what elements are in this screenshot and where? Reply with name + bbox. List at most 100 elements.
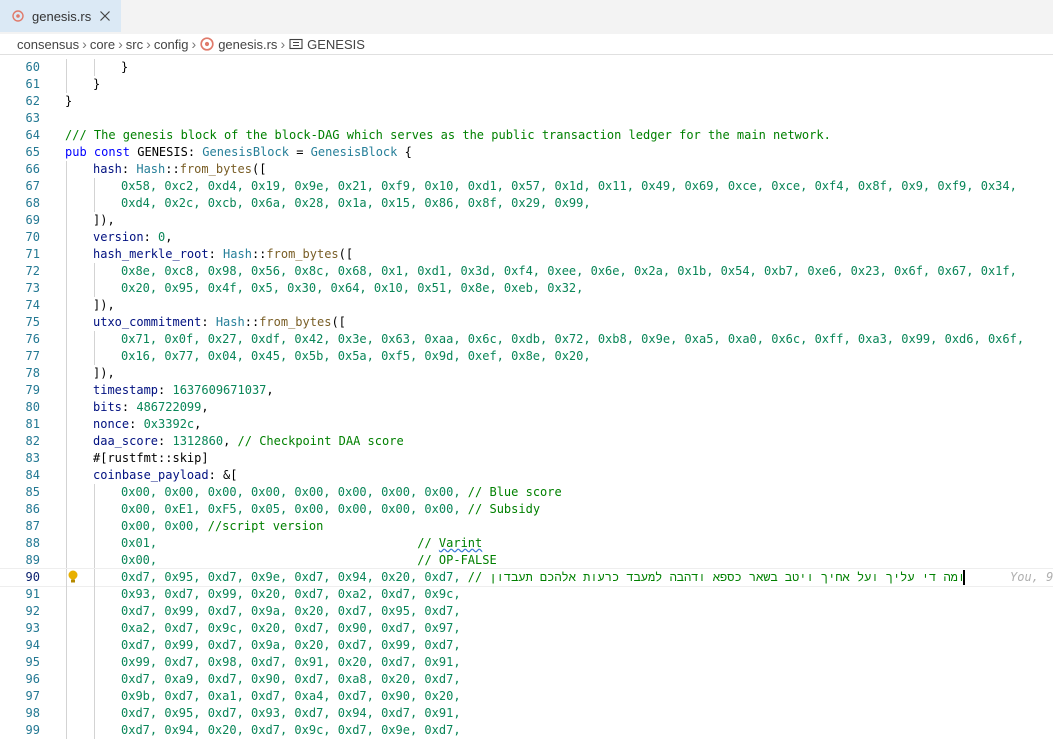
code-text: nonce: 0x3392c,: [93, 416, 201, 433]
code-line[interactable]: 63: [0, 110, 1053, 127]
code-line[interactable]: 62}: [0, 93, 1053, 110]
code-token: ([: [338, 247, 354, 261]
code-line[interactable]: 78]),: [0, 365, 1053, 382]
code-token: 0xd7, 0xa9, 0xd7, 0x90, 0xd7, 0xa8, 0x20…: [121, 672, 461, 686]
code-text: bits: 486722099,: [93, 399, 209, 416]
line-number: 61: [25, 77, 40, 91]
line-number: 97: [25, 689, 40, 703]
code-token: from_bytes: [179, 162, 252, 176]
indent-guide: [66, 552, 67, 569]
line-number: 69: [25, 213, 40, 227]
code-line[interactable]: 85 0x00, 0x00, 0x00, 0x00, 0x00, 0x00, 0x…: [0, 484, 1053, 501]
code-line[interactable]: 77 0x16, 0x77, 0x04, 0x45, 0x5b, 0x5a, 0x…: [0, 348, 1053, 365]
code-line[interactable]: 95 0x99, 0xd7, 0x98, 0xd7, 0x91, 0x20, 0x…: [0, 654, 1053, 671]
code-token: 0xd4, 0x2c, 0xcb, 0x6a, 0x28, 0x1a, 0x15…: [121, 196, 591, 210]
breadcrumb-item-file[interactable]: genesis.rs: [218, 37, 277, 52]
indent-guide: [94, 705, 95, 722]
code-line[interactable]: 83 #[rustfmt::skip]: [0, 450, 1053, 467]
code-line[interactable]: 82 daa_score: 1312860, // Checkpoint DAA …: [0, 433, 1053, 450]
code-token: 0x99, 0xd7, 0x98, 0xd7, 0x91, 0x20, 0xd7…: [121, 655, 461, 669]
indent-guide: [94, 671, 95, 688]
code-token: utxo_commitment: [93, 315, 202, 329]
code-token: 0x00, 0x00,: [121, 519, 201, 533]
indent-guide: [66, 314, 67, 331]
code-line[interactable]: 76 0x71, 0x0f, 0x27, 0xdf, 0x42, 0x3e, 0x…: [0, 331, 1053, 348]
line-number: 71: [25, 247, 40, 261]
code-token: ::: [165, 162, 180, 176]
code-line[interactable]: 99 0xd7, 0x94, 0x20, 0xd7, 0x9c, 0xd7, 0x…: [0, 722, 1053, 739]
code-line[interactable]: 88 0x01, // Varint: [0, 535, 1053, 552]
code-text: pub const GENESIS: GenesisBlock = Genesi…: [65, 144, 412, 161]
indent-guide: [66, 59, 67, 76]
code-line[interactable]: 74]),: [0, 297, 1053, 314]
code-line[interactable]: 60}: [0, 59, 1053, 76]
code-line[interactable]: 71 hash_merkle_root: Hash::from_bytes([: [0, 246, 1053, 263]
code-token: pub const: [65, 145, 138, 159]
line-number: 83: [25, 451, 40, 465]
code-line[interactable]: 65 pub const GENESIS: GenesisBlock = Gene…: [0, 144, 1053, 161]
code-line[interactable]: 73 0x20, 0x95, 0x4f, 0x5, 0x30, 0x64, 0x1…: [0, 280, 1053, 297]
chevron-right-icon: ›: [146, 36, 151, 52]
code-token: :: [201, 315, 216, 329]
code-line[interactable]: 79 timestamp: 1637609671037,: [0, 382, 1053, 399]
code-line[interactable]: 69]),: [0, 212, 1053, 229]
code-line[interactable]: 90 0xd7, 0x95, 0xd7, 0x9e, 0xd7, 0x94, 0x…: [0, 568, 1053, 587]
code-text: ]),: [93, 212, 115, 229]
code-token: ::: [251, 247, 267, 261]
breadcrumb-item-consensus[interactable]: consensus: [17, 37, 79, 52]
line-number: 60: [25, 60, 40, 74]
line-number: 72: [25, 264, 40, 278]
code-token: }: [93, 77, 101, 91]
code-line[interactable]: 84 coinbase_payload: &[: [0, 467, 1053, 484]
lightbulb-icon[interactable]: [67, 570, 79, 584]
breadcrumb-item-symbol[interactable]: GENESIS: [307, 37, 365, 52]
code-token: timestamp: [93, 383, 159, 397]
code-text: 0x93, 0xd7, 0x99, 0x20, 0xd7, 0xa2, 0xd7…: [121, 586, 461, 603]
code-line[interactable]: 96 0xd7, 0xa9, 0xd7, 0x90, 0xd7, 0xa8, 0x…: [0, 671, 1053, 688]
code-editor[interactable]: 60} 61} 62} 63 64/// The genesis block of th…: [0, 54, 1053, 740]
code-token: 0x20, 0x95, 0x4f, 0x5, 0x30, 0x64, 0x10,…: [121, 281, 584, 295]
code-token: ,: [201, 400, 209, 414]
tab-genesis-rs[interactable]: genesis.rs: [0, 0, 121, 32]
indent-guide: [94, 637, 95, 654]
code-line[interactable]: 93 0xa2, 0xd7, 0x9c, 0x20, 0xd7, 0x90, 0x…: [0, 620, 1053, 637]
code-text: ]),: [93, 297, 115, 314]
code-line[interactable]: 98 0xd7, 0x95, 0xd7, 0x93, 0xd7, 0x94, 0x…: [0, 705, 1053, 722]
code-token: Hash: [136, 162, 166, 176]
code-line[interactable]: 89 0x00, // OP-FALSE: [0, 552, 1053, 569]
code-line[interactable]: 70 version: 0,: [0, 229, 1053, 246]
code-text: 0x9b, 0xd7, 0xa1, 0xd7, 0xa4, 0xd7, 0x90…: [121, 688, 461, 705]
code-line[interactable]: 80 bits: 486722099,: [0, 399, 1053, 416]
indent-guide: [66, 450, 67, 467]
breadcrumb-item-core[interactable]: core: [90, 37, 115, 52]
code-line[interactable]: 87 0x00, 0x00, //script version: [0, 518, 1053, 535]
constant-symbol-icon: [289, 38, 303, 50]
close-icon[interactable]: [97, 8, 113, 24]
code-token: 0x9b, 0xd7, 0xa1, 0xd7, 0xa4, 0xd7, 0x90…: [121, 689, 461, 703]
code-token: 0x58, 0xc2, 0xd4, 0x19, 0x9e, 0x21, 0xf9…: [121, 179, 1017, 193]
code-line[interactable]: 61}: [0, 76, 1053, 93]
indent-guide: [94, 501, 95, 518]
code-line[interactable]: 68 0xd4, 0x2c, 0xcb, 0x6a, 0x28, 0x1a, 0x…: [0, 195, 1053, 212]
code-token: 0x93, 0xd7, 0x99, 0x20, 0xd7, 0xa2, 0xd7…: [121, 587, 461, 601]
chevron-right-icon: ›: [82, 36, 87, 52]
code-line[interactable]: 86 0x00, 0xE1, 0xF5, 0x05, 0x00, 0x00, 0x…: [0, 501, 1053, 518]
code-line[interactable]: 97 0x9b, 0xd7, 0xa1, 0xd7, 0xa4, 0xd7, 0x…: [0, 688, 1053, 705]
code-token: //script version: [207, 519, 324, 533]
line-number: 94: [25, 638, 40, 652]
code-line[interactable]: 81 nonce: 0x3392c,: [0, 416, 1053, 433]
code-line[interactable]: 75 utxo_commitment: Hash::from_bytes([: [0, 314, 1053, 331]
indent-guide: [94, 59, 95, 76]
line-number: 98: [25, 706, 40, 720]
breadcrumb-item-config[interactable]: config: [154, 37, 189, 52]
code-line[interactable]: 64 /// The genesis block of the block-DAG…: [0, 127, 1053, 144]
code-line[interactable]: 94 0xd7, 0x99, 0xd7, 0x9a, 0x20, 0xd7, 0x…: [0, 637, 1053, 654]
code-token: : &[: [208, 468, 238, 482]
breadcrumb-item-src[interactable]: src: [126, 37, 143, 52]
code-line[interactable]: 67 0x58, 0xc2, 0xd4, 0x19, 0x9e, 0x21, 0x…: [0, 178, 1053, 195]
code-line[interactable]: 72 0x8e, 0xc8, 0x98, 0x56, 0x8c, 0x68, 0x…: [0, 263, 1053, 280]
code-line[interactable]: 66 hash: Hash::from_bytes([: [0, 161, 1053, 178]
code-line[interactable]: 92 0xd7, 0x99, 0xd7, 0x9a, 0x20, 0xd7, 0x…: [0, 603, 1053, 620]
code-token: :: [143, 230, 159, 244]
code-line[interactable]: 91 0x93, 0xd7, 0x99, 0x20, 0xd7, 0xa2, 0x…: [0, 586, 1053, 603]
